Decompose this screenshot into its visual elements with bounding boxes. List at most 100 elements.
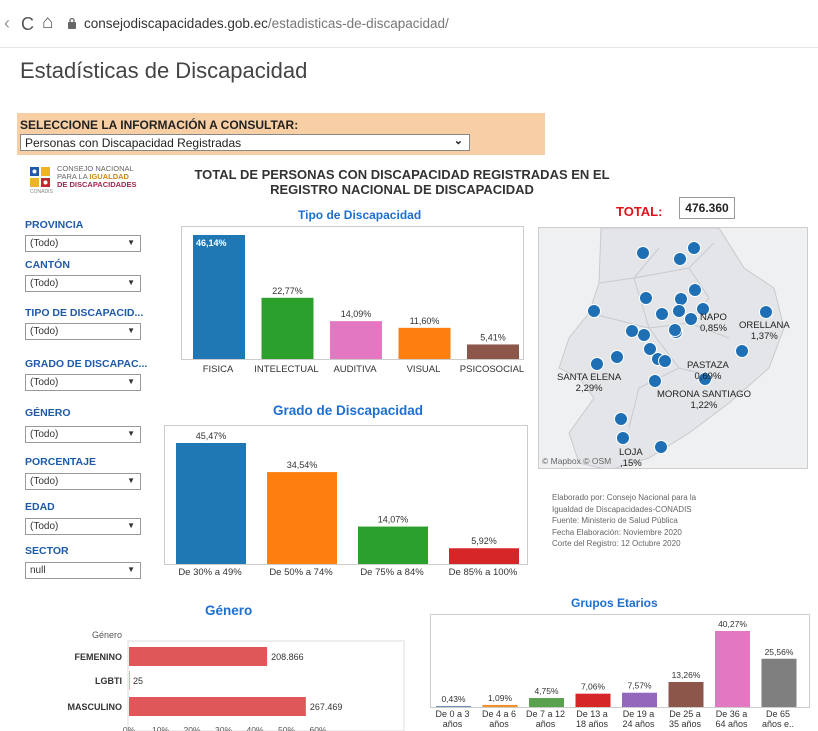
map-province-marker[interactable] (759, 305, 773, 319)
map-province-marker[interactable] (610, 350, 624, 364)
filter-label-5: PORCENTAJE (25, 456, 96, 468)
chevron-down-icon: ⌄ (453, 135, 463, 147)
genero-axis-tick: 0% (123, 725, 136, 731)
genero-axis-tick: 60% (309, 725, 326, 731)
etarios-value-label: 4,75% (534, 686, 559, 696)
etarios-bar-3[interactable] (575, 693, 611, 707)
filter-label-1: CANTÓN (25, 259, 70, 271)
etarios-category-label: De 65 (766, 709, 790, 719)
tipo-bar-0[interactable] (193, 235, 245, 359)
etarios-category-label: De 13 a (576, 709, 608, 719)
etarios-bar-7[interactable] (761, 658, 797, 707)
etarios-bar-6[interactable] (715, 631, 750, 707)
filter-label-6: EDAD (25, 501, 55, 513)
filter-label-7: SECTOR (25, 545, 69, 557)
map-province-marker[interactable] (590, 357, 604, 371)
map-province-marker[interactable] (639, 291, 653, 305)
grado-bar-0[interactable] (176, 443, 246, 564)
info-selector-label: SELECCIONE LA INFORMACIÓN A CONSULTAR: (20, 118, 299, 132)
address-bar[interactable]: consejodiscapacidades.gob.ec/estadistica… (84, 16, 449, 31)
credit-line: Fecha Elaboración: Noviembre 2020 (552, 527, 682, 537)
filter-dropdown-6[interactable]: (Todo) ▼ (25, 518, 141, 535)
filter-dropdown-3[interactable]: (Todo) ▼ (25, 374, 141, 391)
etarios-bar-4[interactable] (622, 692, 657, 707)
tipo-bar-3[interactable] (398, 327, 451, 359)
map-province-marker[interactable] (637, 328, 651, 342)
etarios-value-label: 25,56% (765, 647, 794, 657)
chart-grado-axis: De 30% a 49% De 50% a 74% De 75% a 84% De 8… (178, 567, 518, 578)
tipo-bar-1[interactable] (261, 297, 314, 359)
filter-value: null (30, 565, 46, 576)
back-icon[interactable]: ‹ (4, 13, 10, 34)
chart-etarios-axis: De 0 a 3añosDe 4 a 6añosDe 7 a 12añosDe … (435, 709, 794, 729)
map-province-marker[interactable] (674, 292, 688, 306)
genero-bar-0[interactable] (129, 647, 268, 666)
map-label-morona-santiago: MORONA SANTIAGO 1,22% (657, 389, 751, 411)
conadis-logo-tag: CONADIS (30, 189, 53, 195)
tipo-bar-4[interactable] (467, 344, 519, 359)
info-selector-value: Personas con Discapacidad Registradas (25, 136, 242, 150)
tipo-bar-2[interactable] (330, 321, 382, 359)
info-selector-dropdown[interactable]: Personas con Discapacidad Registradas ⌄ (20, 134, 470, 151)
filter-value: (Todo) (30, 326, 59, 337)
map-province-marker[interactable] (735, 344, 749, 358)
etarios-bar-5[interactable] (668, 681, 704, 707)
grado-value-label: 45,47% (196, 431, 227, 441)
url-path: /estadisticas-de-discapacidad/ (267, 16, 449, 31)
filter-label-4: GÉNERO (25, 407, 71, 419)
conadis-logo-text: CONSEJO NACIONAL PARA LA IGUALDAD DE DIS… (57, 164, 137, 189)
map-province-marker[interactable] (658, 354, 672, 368)
etarios-value-label: 7,57% (627, 681, 652, 691)
dropdown-arrow-icon: ▼ (127, 521, 135, 530)
filter-label-3: GRADO DE DISCAPAC... (25, 358, 148, 370)
map-province-marker[interactable] (648, 374, 662, 388)
chart-grado-panel: 45,47% 34,54% 14,07% 5,92% (164, 425, 528, 565)
grado-category-label: De 50% a 74% (269, 567, 333, 578)
map-province-marker[interactable] (614, 412, 628, 426)
genero-value-label: 25 (133, 676, 143, 686)
filter-dropdown-5[interactable]: (Todo) ▼ (25, 473, 141, 490)
genero-axis-tick: 10% (152, 725, 169, 731)
reload-icon[interactable]: C (21, 14, 34, 35)
map-province-marker[interactable] (687, 241, 701, 255)
home-icon[interactable]: ⌂ (42, 12, 53, 34)
map-label-loja: LOJA ,15% (619, 447, 643, 469)
grado-bar-2[interactable] (358, 526, 428, 564)
genero-axis-tick: 30% (215, 725, 232, 731)
map-credit[interactable]: © Mapbox © OSM (542, 456, 611, 466)
filter-dropdown-4[interactable]: (Todo) ▼ (25, 426, 141, 443)
tipo-category-label: VISUAL (407, 364, 441, 375)
filter-value: (Todo) (30, 377, 59, 388)
genero-category-label: MASCULINO (68, 702, 123, 712)
map-province-marker[interactable] (587, 304, 601, 318)
map-province-marker[interactable] (655, 307, 669, 321)
map-province-marker[interactable] (684, 312, 698, 326)
filter-dropdown-0[interactable]: (Todo) ▼ (25, 235, 141, 252)
chart-etarios-svg: 0,43% 1,09% 4,75% 7,06% 7,57% 13,26% 40,27% 25,… (436, 619, 797, 707)
genero-bar-2[interactable] (129, 697, 306, 716)
conadis-logo-icon (30, 167, 50, 187)
map-province-marker[interactable] (668, 323, 682, 337)
filter-dropdown-7[interactable]: null ▼ (25, 562, 141, 579)
chart-grado-svg: 45,47% 34,54% 14,07% 5,92% (176, 431, 519, 564)
map-province-marker[interactable] (636, 246, 650, 260)
etarios-category-label: 35 años (669, 719, 702, 729)
credit-line: Elaborado por: Consejo Nacional para la (552, 493, 697, 502)
grado-bar-3[interactable] (449, 548, 519, 564)
map-province-marker[interactable] (673, 252, 687, 266)
map-province-marker[interactable] (625, 324, 639, 338)
map-province-marker[interactable] (616, 431, 630, 445)
etarios-category-label: 18 años (576, 719, 609, 729)
map-province-marker[interactable] (688, 283, 702, 297)
etarios-bar-2[interactable] (529, 698, 564, 707)
filter-dropdown-2[interactable]: (Todo) ▼ (25, 323, 141, 340)
genero-bar-1[interactable] (129, 671, 130, 690)
map-province-marker[interactable] (654, 440, 668, 454)
map-province-marker[interactable] (672, 304, 686, 318)
page-title: Estadísticas de Discapacidad (20, 58, 308, 83)
filter-dropdown-1[interactable]: (Todo) ▼ (25, 275, 141, 292)
ecuador-map[interactable]: NAPO 0,85% ORELLANA 1,37% PASTAZA 0,69% SANTA … (538, 227, 808, 469)
grado-bar-1[interactable] (267, 472, 337, 564)
etarios-category-label: años (489, 719, 509, 729)
etarios-category-label: años e.. (762, 719, 794, 729)
